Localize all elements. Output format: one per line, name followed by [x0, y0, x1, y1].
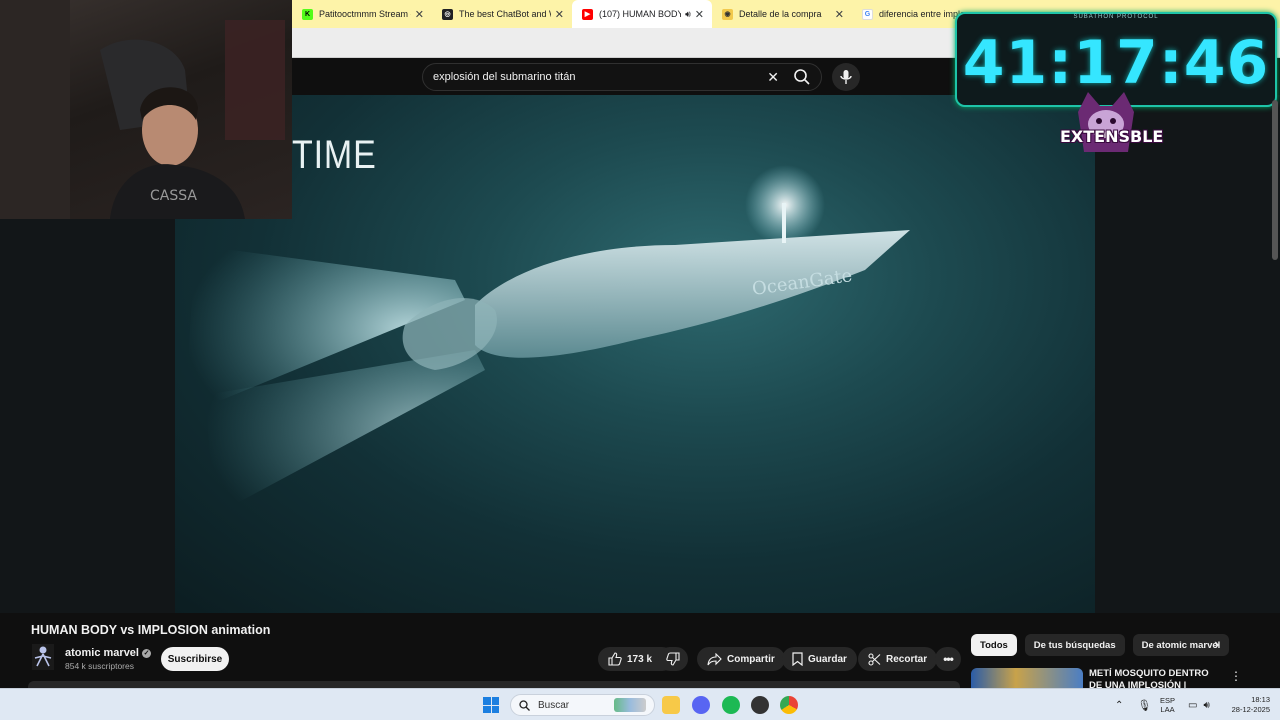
- handshake-icon: ◉: [722, 8, 733, 20]
- close-icon[interactable]: ✕: [695, 8, 704, 21]
- search-icon[interactable]: [793, 68, 811, 86]
- browser-tab[interactable]: ◎ The best ChatBot and W ✕: [432, 0, 572, 28]
- kick-icon: K: [302, 8, 313, 20]
- save-label: Guardar: [808, 653, 847, 665]
- bookmark-icon: [792, 652, 803, 666]
- channel-name-text[interactable]: atomic marvel: [65, 647, 139, 659]
- video-info: HUMAN BODY vs IMPLOSION animation atomic…: [0, 613, 965, 689]
- video-overlay-text: TIME: [292, 133, 377, 177]
- network-icon[interactable]: ▭: [1188, 700, 1197, 711]
- channel-name[interactable]: atomic marvel ✓: [65, 647, 152, 659]
- sub-mast: [782, 203, 786, 243]
- screen: OceanGate TIME CASSA K Patitooctmmm Stre…: [0, 0, 1280, 720]
- discord-icon[interactable]: [692, 696, 710, 714]
- microphone-icon: [840, 70, 852, 84]
- system-clock[interactable]: 18:13 28-12-2025: [1224, 695, 1270, 715]
- input-language[interactable]: ESP LAA: [1160, 696, 1175, 714]
- scissors-icon: [868, 652, 881, 666]
- clip-button[interactable]: Recortar: [858, 647, 938, 671]
- spotify-icon[interactable]: [722, 696, 740, 714]
- subscribe-button[interactable]: Suscribirse: [161, 647, 229, 671]
- channel-avatar[interactable]: [32, 644, 54, 670]
- thumbs-down-icon: [666, 652, 680, 666]
- chevron-right-icon[interactable]: ›: [1214, 636, 1219, 654]
- windows-taskbar: Buscar ⌃ 🎙︎ ESP LAA ▭ 🔊︎ 18:13 28-12-202…: [0, 688, 1280, 720]
- tab-title: (107) HUMAN BODY: [599, 9, 682, 19]
- close-icon[interactable]: ✕: [555, 8, 564, 21]
- system-tray: ⌃ 🎙︎: [1115, 689, 1151, 720]
- taskbar-search-placeholder: Buscar: [538, 699, 570, 711]
- search-highlight-icon: [614, 698, 646, 712]
- chatbot-icon: ◎: [442, 8, 453, 20]
- microphone-icon[interactable]: 🎙︎: [1137, 699, 1151, 712]
- volume-icon[interactable]: 🔊︎: [1203, 700, 1209, 711]
- search-input[interactable]: explosión del submarino titán: [433, 71, 767, 83]
- taskbar-search[interactable]: Buscar: [510, 694, 655, 716]
- youtube-icon: ▶: [582, 8, 593, 20]
- keyboard-layout: LAA: [1160, 705, 1175, 714]
- dislike-button[interactable]: [658, 647, 688, 671]
- obs-icon[interactable]: [751, 696, 769, 714]
- recommended-title[interactable]: METÍ MOSQUITO DENTRO DE UNA IMPLOSIÓN | …: [1089, 668, 1221, 688]
- chip-from-searches[interactable]: De tus búsquedas: [1024, 634, 1125, 656]
- recommended-thumbnail[interactable]: [971, 668, 1083, 688]
- windows-start-icon[interactable]: [483, 697, 499, 713]
- google-icon: G: [862, 8, 873, 20]
- share-label: Compartir: [727, 653, 775, 665]
- close-icon[interactable]: ✕: [835, 8, 844, 21]
- more-actions-button[interactable]: •••: [935, 647, 961, 671]
- save-button[interactable]: Guardar: [782, 647, 857, 671]
- status-icons: ▭ 🔊︎: [1188, 689, 1210, 720]
- chevron-up-icon[interactable]: ⌃: [1115, 700, 1123, 711]
- tab-title: The best ChatBot and W: [459, 9, 551, 19]
- brand-wordmark: EXTENSBLE: [1060, 127, 1164, 146]
- subscriber-count: 854 k suscriptores: [65, 661, 134, 671]
- clock-date: 28-12-2025: [1231, 705, 1270, 714]
- chip-all[interactable]: Todos: [971, 634, 1017, 656]
- tab-title: Detalle de la compra: [739, 9, 822, 19]
- video-letterbox-right: [1095, 95, 1280, 613]
- sidebar-chips: Todos De tus búsquedas De atomic marvel: [971, 634, 1230, 656]
- language-code: ESP: [1160, 696, 1176, 705]
- timer-value: 41:17:46: [962, 28, 1270, 98]
- browser-tab[interactable]: K Patitooctmmm Stream - V ✕: [292, 0, 432, 28]
- clip-label: Recortar: [886, 653, 928, 665]
- search-icon: [519, 699, 530, 711]
- clock-time: 18:13: [1251, 695, 1270, 704]
- like-count: 173 k: [627, 653, 653, 665]
- share-button[interactable]: Compartir: [697, 647, 785, 671]
- submarine-hull: [475, 230, 910, 358]
- timer-label: SUBATHON PROTOCOL: [1073, 14, 1159, 20]
- page-scrollbar[interactable]: [1272, 100, 1278, 260]
- voice-search-button[interactable]: [832, 63, 860, 91]
- verified-icon: ✓: [142, 648, 152, 658]
- search-box[interactable]: explosión del submarino titán ✕: [422, 63, 822, 91]
- clear-icon[interactable]: ✕: [767, 69, 779, 86]
- share-icon: [707, 652, 722, 665]
- file-explorer-icon[interactable]: [662, 696, 680, 714]
- tab-title: Patitooctmmm Stream - V: [319, 9, 411, 19]
- kebab-menu-icon[interactable]: ⋮: [1230, 669, 1242, 683]
- close-icon[interactable]: ✕: [415, 8, 424, 21]
- svg-text:CASSA: CASSA: [150, 188, 197, 204]
- browser-tab-active[interactable]: ▶ (107) HUMAN BODY 🔊︎ ✕: [572, 0, 712, 28]
- streamer-webcam: CASSA: [0, 0, 292, 219]
- thumbs-up-icon: [608, 652, 622, 666]
- browser-tab[interactable]: ◉ Detalle de la compra ✕: [712, 0, 852, 28]
- video-title: HUMAN BODY vs IMPLOSION animation: [31, 623, 271, 637]
- speaker-icon[interactable]: 🔊︎: [685, 9, 691, 20]
- chrome-icon[interactable]: [780, 696, 798, 714]
- webcam-scene: CASSA: [0, 0, 285, 219]
- more-icon: •••: [943, 652, 954, 666]
